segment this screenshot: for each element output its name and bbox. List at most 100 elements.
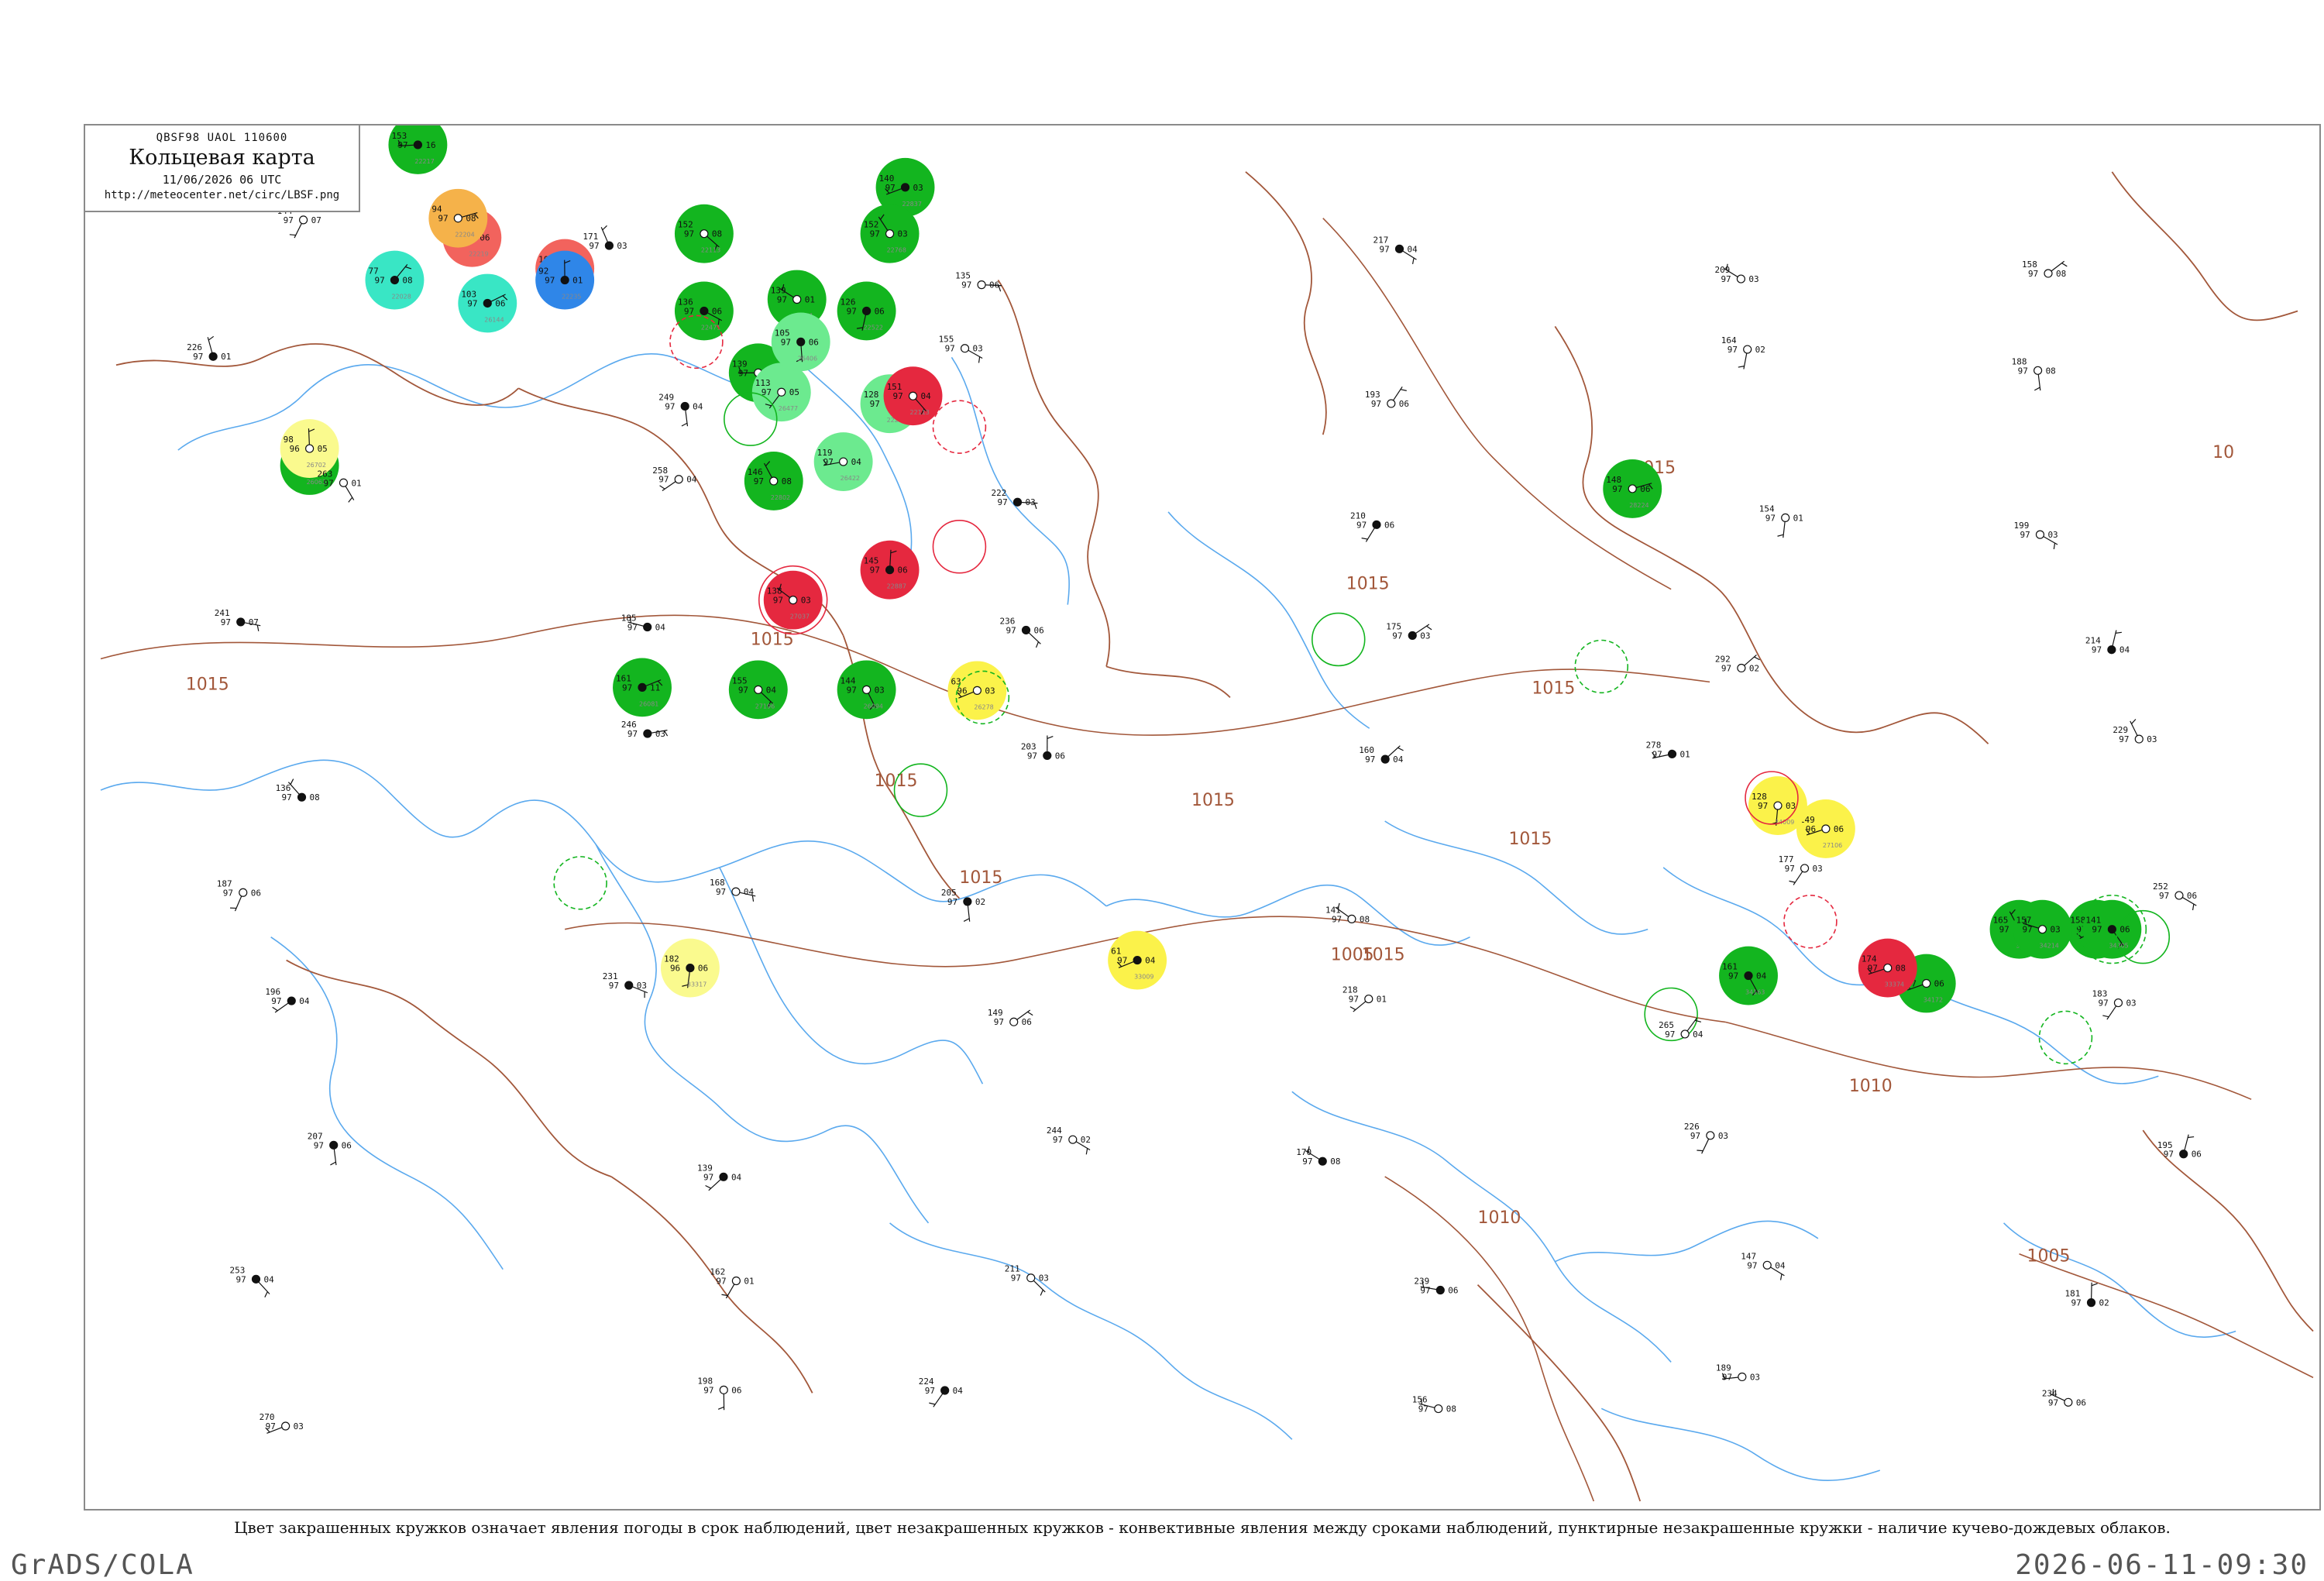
station-index: 34172 xyxy=(1923,996,1943,1003)
station-circle xyxy=(561,277,569,284)
convective-ring-open xyxy=(1312,613,1365,666)
station-circle xyxy=(778,388,786,396)
station-tendency: 03 xyxy=(637,981,647,991)
station-temperature: 97 xyxy=(374,276,384,286)
border-3 xyxy=(998,280,1109,667)
station-index: 22113 xyxy=(701,247,720,254)
station-temperature: 97 xyxy=(777,294,787,304)
station-temperature: 97 xyxy=(773,596,783,606)
station-temperature: 97 xyxy=(994,1017,1004,1027)
station-tendency: 06 xyxy=(989,280,999,290)
station-temperature: 97 xyxy=(627,729,638,739)
station-circle xyxy=(720,1386,727,1394)
station-temperature: 97 xyxy=(221,617,231,627)
station-highlighted: 113970526477 xyxy=(752,363,811,421)
station-circle xyxy=(339,479,347,486)
station-tendency: 04 xyxy=(921,391,932,401)
station-circle xyxy=(1782,514,1789,521)
station-highlighted: 138970327037 xyxy=(759,566,827,634)
station-circle xyxy=(732,888,740,895)
station-highlighted: 174970833374 xyxy=(1858,939,1917,998)
station-plot: 1629701 xyxy=(710,1267,754,1298)
station-tendency: 06 xyxy=(1033,625,1043,635)
station-plot: 2529706 xyxy=(2153,882,2197,910)
wind-feather xyxy=(682,423,687,426)
station-plot: 1969704 xyxy=(265,987,310,1012)
legend-url: http://meteocenter.net/circ/LBSF.png xyxy=(85,189,359,201)
station-temperature: 97 xyxy=(622,682,632,693)
station-temperature: 97 xyxy=(2159,891,2169,901)
coastline-3 xyxy=(1106,885,1470,945)
station-circle xyxy=(1318,1157,1326,1165)
station-circle xyxy=(1043,751,1051,759)
station-temperature: 97 xyxy=(998,497,1008,507)
station-tendency: 06 xyxy=(495,298,505,308)
station-plot: 2149704 xyxy=(2085,631,2130,655)
station-circle xyxy=(1133,957,1141,964)
wind-feather xyxy=(1027,1012,1033,1015)
wind-feather xyxy=(1401,390,1407,391)
wind-feather xyxy=(2034,387,2040,390)
station-temperature: 97 xyxy=(1418,1404,1428,1414)
station-tendency: 04 xyxy=(655,622,666,632)
station-circle xyxy=(1014,498,1022,506)
station-index: 26278 xyxy=(974,703,993,710)
station-circle xyxy=(306,445,314,452)
station-temperature: 97 xyxy=(1027,751,1037,761)
station-plot: 1959706 xyxy=(2157,1135,2202,1160)
station-temperature: 97 xyxy=(1785,864,1795,874)
station-circle xyxy=(755,686,762,693)
station-tendency: 03 xyxy=(1813,864,1823,874)
station-tendency: 03 xyxy=(1420,631,1430,641)
station-circle xyxy=(700,230,708,238)
station-tendency: 04 xyxy=(2119,645,2130,655)
station-tendency: 04 xyxy=(744,887,755,897)
coastline-17 xyxy=(1601,1408,1880,1480)
station-tendency: 01 xyxy=(805,294,815,304)
station-circle xyxy=(1763,1261,1771,1269)
station-tendency: 04 xyxy=(263,1274,274,1284)
station-index: 33009 xyxy=(1134,974,1153,981)
footer-timestamp: 2026-06-11-09:30 xyxy=(2015,1549,2309,1581)
station-temperature: 97 xyxy=(1728,345,1738,355)
station-temperature: 97 xyxy=(1721,663,1731,673)
station-tendency: 08 xyxy=(2046,366,2056,376)
station-temperature: 97 xyxy=(1053,1135,1063,1145)
station-temperature: 97 xyxy=(1371,399,1381,409)
wind-feather xyxy=(1362,538,1368,539)
coastline-12 xyxy=(1168,512,1370,728)
station-highlighted: 155970427196 xyxy=(729,660,788,719)
station-plot: 2469703 xyxy=(621,720,668,739)
station-temperature: 97 xyxy=(1006,625,1016,635)
border-4 xyxy=(1106,666,1230,697)
station-highlighted: 144970326094 xyxy=(837,660,896,719)
convective-ring-open xyxy=(933,400,985,453)
station-temperature: 97 xyxy=(1999,925,2009,935)
station-circle xyxy=(902,184,909,191)
legend-date: 11/06/2026 06 UTC xyxy=(85,173,359,187)
wind-feather xyxy=(2193,904,2194,910)
station-index: 34214 xyxy=(2040,943,2059,950)
station-circle xyxy=(644,730,651,737)
station-circle xyxy=(770,477,778,485)
station-plot: 1589708 xyxy=(2022,259,2067,279)
station-index: 26094 xyxy=(864,703,883,710)
coastline-8 xyxy=(178,365,549,450)
station-circle xyxy=(2036,531,2044,538)
station-tendency: 08 xyxy=(1330,1157,1340,1167)
station-temperature: 97 xyxy=(2092,925,2102,935)
station-temperature: 97 xyxy=(1365,754,1375,765)
station-tendency: 06 xyxy=(809,337,819,347)
wind-feather xyxy=(1350,1007,1356,1010)
station-plot: 2929702 xyxy=(1715,654,1760,673)
station-index: 33374 xyxy=(1885,981,1904,988)
station-index: 22028 xyxy=(391,294,411,301)
station-temperature: 97 xyxy=(658,475,669,485)
station-tendency: 06 xyxy=(342,1140,352,1150)
wind-feather xyxy=(2102,1016,2109,1017)
station-plot: 2109706 xyxy=(1350,510,1394,541)
station-plot: 1549701 xyxy=(1759,504,1803,538)
station-temperature: 97 xyxy=(1380,244,1390,254)
wind-feather xyxy=(1413,258,1415,264)
station-temperature: 97 xyxy=(893,391,903,401)
